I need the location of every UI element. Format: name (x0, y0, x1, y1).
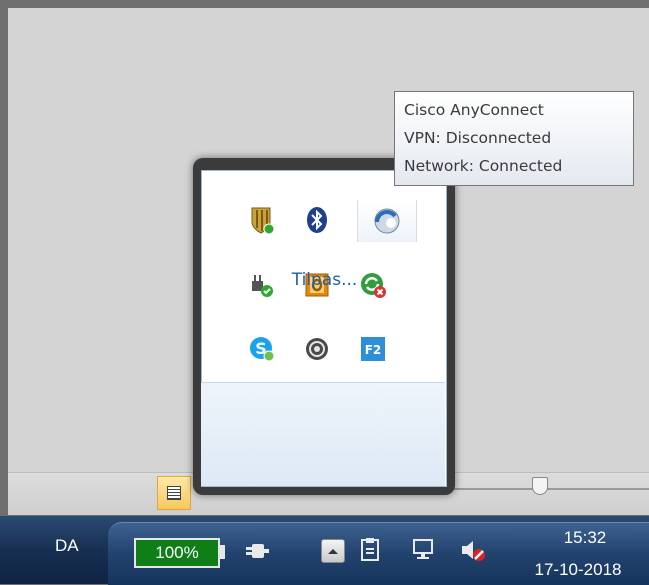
document-lines-icon (167, 486, 181, 500)
device-clipboard-icon[interactable] (356, 536, 384, 564)
tooltip-line-network: Network: Connected (404, 157, 563, 175)
customize-link[interactable]: Tilpas... (0, 270, 649, 290)
f2-icon[interactable]: F2 (357, 333, 389, 365)
tooltip-line-vpn: VPN: Disconnected (404, 129, 552, 147)
skype-icon[interactable]: S (246, 333, 278, 365)
battery-indicator[interactable]: 100% (134, 538, 220, 568)
zoom-slider-thumb[interactable] (532, 477, 548, 495)
ac-plug-icon[interactable] (243, 537, 271, 565)
tooltip-line-app: Cisco AnyConnect (404, 101, 544, 119)
view-toggle-button[interactable] (157, 476, 191, 510)
chevron-up-icon (328, 549, 338, 554)
bluetooth-icon[interactable] (301, 204, 333, 236)
antivirus-shield-icon[interactable] (246, 204, 278, 236)
battery-tip (219, 545, 225, 559)
svg-text:F2: F2 (365, 343, 382, 357)
cisco-anyconnect-icon[interactable] (357, 200, 417, 242)
volume-muted-icon[interactable] (459, 536, 487, 564)
gray-spiral-icon[interactable] (301, 333, 333, 365)
show-hidden-icons-button[interactable] (321, 539, 345, 563)
cisco-tooltip: Cisco AnyConnect VPN: Disconnected Netwo… (394, 91, 634, 186)
flyout-footer (201, 382, 445, 486)
clock-time[interactable]: 15:32 (540, 528, 630, 548)
language-indicator[interactable]: DA (55, 536, 79, 556)
network-icon[interactable] (409, 536, 437, 564)
clock-date[interactable]: 17-10-2018 (513, 560, 643, 580)
